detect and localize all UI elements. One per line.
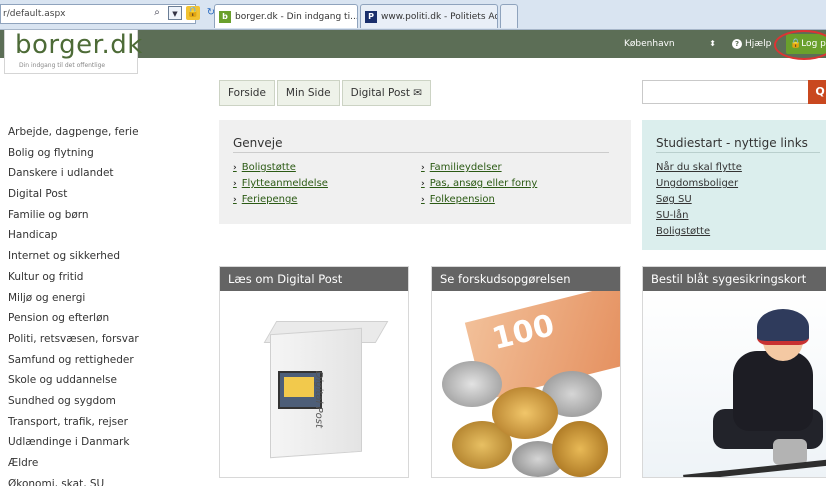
select-arrow-icon: ⬍ xyxy=(709,39,716,48)
shortcut-label: Familieydelser xyxy=(429,162,502,173)
coin xyxy=(492,387,558,439)
sidebar-item[interactable]: Transport, trafik, rejser xyxy=(8,412,208,433)
region-select[interactable]: København ⬍ xyxy=(620,34,722,54)
browser-chrome: r/default.aspx ⌕ ▼ 🔒 ↻ b borger.dk - Din… xyxy=(0,0,826,30)
borger-favicon-icon: b xyxy=(219,10,231,23)
shortcuts-title: Genveje xyxy=(233,136,283,150)
search-button[interactable]: Q xyxy=(808,80,826,104)
browser-tab-label: borger.dk - Din indgang ti... xyxy=(235,11,358,22)
sidebar-item[interactable]: Samfund og rettigheder xyxy=(8,350,208,371)
shortcut-link[interactable]: › Boligstøtte xyxy=(233,160,328,176)
sidebar-item[interactable]: Økonomi, skat, SU xyxy=(8,474,208,486)
sidebar-item[interactable]: Politi, retsvæsen, forsvar xyxy=(8,329,208,350)
sidebar-item[interactable]: Pension og efterløn xyxy=(8,308,208,329)
divider xyxy=(233,152,609,153)
politi-favicon-icon: P xyxy=(365,10,377,23)
tab-min-side[interactable]: Min Side xyxy=(276,80,340,106)
sidebar-item[interactable]: Skole og uddannelse xyxy=(8,370,208,391)
sidebar-item[interactable]: Handicap xyxy=(8,225,208,246)
card-digital-post[interactable]: Læs om Digital Post Digital Post xyxy=(219,266,409,478)
shortcut-link[interactable]: › Familieydelser xyxy=(421,160,537,176)
coin xyxy=(552,421,608,477)
browser-tab-label: www.politi.dk - Politiets Adm... xyxy=(381,11,497,22)
new-tab-button[interactable] xyxy=(500,4,518,28)
region-value: København xyxy=(624,39,675,49)
sidebar-item[interactable]: Ældre xyxy=(8,453,208,474)
sidebar-item[interactable]: Digital Post xyxy=(8,184,208,205)
box-label: Digital Post xyxy=(313,371,324,428)
address-bar-icons: ⌕ ▼ 🔒 ↻ xyxy=(150,6,218,20)
help-label: Hjælp xyxy=(745,39,772,49)
study-link[interactable]: Søg SU xyxy=(656,192,742,208)
chevron-right-icon: › xyxy=(233,179,237,189)
skier-boot xyxy=(773,439,807,465)
study-links-panel: Studiestart - nyttige links Når du skal … xyxy=(642,120,826,250)
card-title: Bestil blåt sygesikringskort xyxy=(643,267,826,291)
shortcut-link[interactable]: › Flytteanmeldelse xyxy=(233,176,328,192)
shortcut-label: Feriepenge xyxy=(241,194,298,205)
search-input[interactable] xyxy=(642,80,810,104)
shortcuts-column-1: › Boligstøtte › Flytteanmeldelse › Feriepen… xyxy=(233,160,328,208)
search-icon[interactable]: ⌕ xyxy=(150,6,164,20)
shortcuts-column-2: › Familieydelser › Pas, ansøg eller forny … xyxy=(421,160,537,208)
card-title: Læs om Digital Post xyxy=(220,267,408,291)
lock-icon[interactable]: 🔒 xyxy=(186,6,200,20)
sidebar-item[interactable]: Bolig og flytning xyxy=(8,143,208,164)
chevron-right-icon: › xyxy=(233,163,237,173)
chevron-right-icon: › xyxy=(421,195,425,205)
card-forskud[interactable]: Se forskudsopgørelsen 100 xyxy=(431,266,621,478)
browser-tab-politi[interactable]: P www.politi.dk - Politiets Adm... xyxy=(360,4,498,28)
skier-helmet xyxy=(757,309,809,345)
logo-tagline: Din indgang til det offentlige xyxy=(19,62,106,69)
divider xyxy=(656,152,820,153)
study-link[interactable]: Boligstøtte xyxy=(656,224,742,240)
sidebar-item[interactable]: Miljø og energi xyxy=(8,288,208,309)
coins-image: 100 xyxy=(432,291,620,477)
shortcut-label: Pas, ansøg eller forny xyxy=(429,178,538,189)
study-links: Når du skal flytte Ungdomsboliger Søg SU… xyxy=(656,160,742,240)
tab-digital-post[interactable]: Digital Post ✉ xyxy=(341,80,432,106)
sidebar-item[interactable]: Familie og børn xyxy=(8,205,208,226)
sidebar-item[interactable]: Sundhed og sygdom xyxy=(8,391,208,412)
sidebar: Arbejde, dagpenge, ferie Bolig og flytni… xyxy=(8,122,208,486)
envelope-icon xyxy=(284,377,314,397)
shortcut-link[interactable]: › Pas, ansøg eller forny xyxy=(421,176,537,192)
shortcut-label: Boligstøtte xyxy=(241,162,296,173)
shortcuts-panel: Genveje › Boligstøtte › Flytteanmeldelse ›… xyxy=(219,120,631,224)
study-title: Studiestart - nyttige links xyxy=(656,136,808,150)
browser-tab-borger[interactable]: b borger.dk - Din indgang ti... ✕ xyxy=(214,4,358,28)
chevron-right-icon: › xyxy=(233,195,237,205)
study-link[interactable]: Ungdomsboliger xyxy=(656,176,742,192)
sidebar-item[interactable]: Arbejde, dagpenge, ferie xyxy=(8,122,208,143)
dropdown-icon[interactable]: ▼ xyxy=(168,6,182,20)
coin xyxy=(442,361,502,407)
digital-post-image: Digital Post xyxy=(220,291,408,477)
highlight-ring xyxy=(774,30,826,60)
sidebar-item[interactable]: Udlændinge i Danmark xyxy=(8,432,208,453)
shortcut-link[interactable]: › Feriepenge xyxy=(233,192,328,208)
study-link[interactable]: Når du skal flytte xyxy=(656,160,742,176)
shortcut-label: Flytteanmeldelse xyxy=(241,178,328,189)
tab-forside[interactable]: Forside xyxy=(219,80,275,106)
shortcut-label: Folkepension xyxy=(429,194,495,205)
shortcut-link[interactable]: › Folkepension xyxy=(421,192,537,208)
card-sygesikring[interactable]: Bestil blåt sygesikringskort xyxy=(642,266,826,478)
skier-image xyxy=(643,291,826,477)
sidebar-item[interactable]: Danskere i udlandet xyxy=(8,163,208,184)
study-link[interactable]: SU-lån xyxy=(656,208,742,224)
logo-text: borger.dk xyxy=(15,30,143,60)
site-logo[interactable]: borger.dk Din indgang til det offentlige xyxy=(4,30,142,74)
chevron-right-icon: › xyxy=(421,163,425,173)
help-link[interactable]: ? Hjælp xyxy=(732,34,771,54)
main-nav: Forside Min Side Digital Post ✉ xyxy=(219,80,432,106)
sidebar-item[interactable]: Internet og sikkerhed xyxy=(8,246,208,267)
chevron-right-icon: › xyxy=(421,179,425,189)
help-icon: ? xyxy=(732,39,742,49)
sidebar-item[interactable]: Kultur og fritid xyxy=(8,267,208,288)
card-title: Se forskudsopgørelsen xyxy=(432,267,620,291)
skier-jacket xyxy=(733,351,813,431)
